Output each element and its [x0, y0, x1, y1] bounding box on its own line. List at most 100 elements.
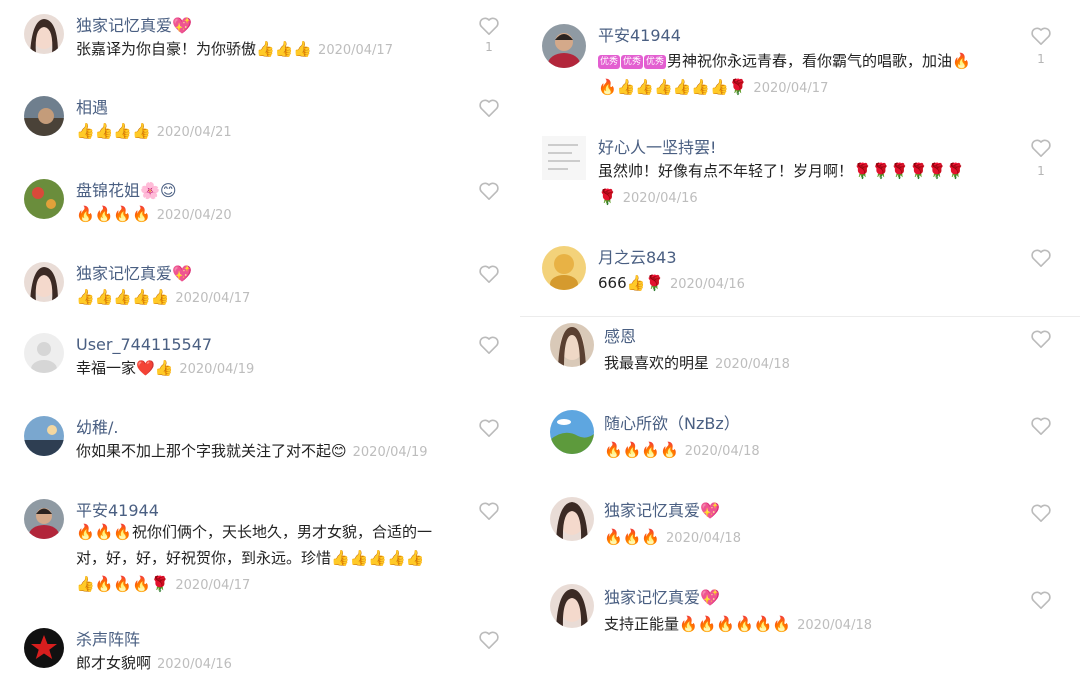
comment-line: 虽然帅！好像有点不年轻了！岁月啊！🌹🌹🌹🌹🌹🌹	[598, 162, 966, 180]
like-heart-icon[interactable]	[478, 16, 500, 36]
username[interactable]: 随心所欲（NzBz）	[604, 414, 740, 434]
comment-text: 郎才女貌啊 2020/04/16	[76, 650, 232, 678]
comment-date: 2020/04/19	[352, 445, 428, 460]
like-heart-icon[interactable]	[1030, 416, 1052, 436]
comment-item: 盘锦花姐🌸😊 🔥🔥🔥🔥 2020/04/20	[0, 175, 520, 235]
user-avatar[interactable]	[24, 416, 64, 456]
comment-text: 张嘉译为你自豪！为你骄傲👍👍👍 2020/04/17	[76, 36, 393, 64]
username[interactable]: 独家记忆真爱💖	[604, 588, 720, 608]
username[interactable]: 独家记忆真爱💖	[76, 264, 192, 284]
like-heart-icon[interactable]	[1030, 329, 1052, 349]
comment-date: 2020/04/17	[753, 81, 829, 96]
like-heart-icon[interactable]	[478, 335, 500, 355]
comment-item: 独家记忆真爱💖 张嘉译为你自豪！为你骄傲👍👍👍 2020/04/17 1	[0, 10, 520, 80]
like-heart-icon[interactable]	[478, 418, 500, 438]
username[interactable]: 平安41944	[76, 501, 159, 521]
comment-text: 优秀 优秀 优秀 男神祝你永远青春，看你霸气的唱歌，加油🔥 🔥👍👍👍👍👍👍🌹 2020/…	[598, 48, 1038, 102]
comment-item: 好心人一坚持罢! 虽然帅！好像有点不年轻了！岁月啊！🌹🌹🌹🌹🌹🌹 🌹 2020/0…	[520, 134, 1080, 224]
comment-date: 2020/04/21	[156, 125, 232, 140]
user-badge: 优秀	[644, 55, 667, 69]
comment-item: 独家记忆真爱💖 👍👍👍👍👍 2020/04/17	[0, 258, 520, 318]
comment-date: 2020/04/20	[156, 208, 232, 223]
like-heart-icon[interactable]	[478, 181, 500, 201]
comment-item: 相遇 👍👍👍👍 2020/04/21	[0, 92, 520, 152]
comment-text: 🔥🔥🔥 2020/04/18	[604, 524, 741, 552]
user-avatar[interactable]	[542, 24, 586, 68]
comment-line: 对，好，好，好祝贺你，到永远。珍惜👍👍👍👍👍	[76, 549, 425, 567]
user-avatar[interactable]	[24, 499, 64, 539]
like-heart-icon[interactable]	[478, 98, 500, 118]
username[interactable]: 盘锦花姐🌸😊	[76, 181, 177, 201]
username[interactable]: 独家记忆真爱💖	[604, 501, 720, 521]
comment-text: 我最喜欢的明星 2020/04/18	[604, 350, 790, 378]
user-avatar[interactable]	[550, 584, 594, 628]
like-heart-icon[interactable]	[1030, 248, 1052, 268]
comment-body: 我最喜欢的明星	[604, 354, 710, 372]
comment-body: 郎才女貌啊	[76, 654, 152, 672]
comment-item: 独家记忆真爱💖 支持正能量🔥🔥🔥🔥🔥🔥 2020/04/18	[520, 582, 1080, 648]
comment-item: User_744115547 幸福一家❤️👍 2020/04/19	[0, 329, 520, 389]
comment-item: 独家记忆真爱💖 🔥🔥🔥 2020/04/18	[520, 495, 1080, 561]
comment-item: 感恩 我最喜欢的明星 2020/04/18	[520, 321, 1080, 387]
user-avatar[interactable]	[550, 497, 594, 541]
comment-column-right-top: 平安41944 优秀 优秀 优秀 男神祝你永远青春，看你霸气的唱歌，加油🔥 🔥👍👍👍👍…	[520, 0, 1080, 315]
comment-text: 👍👍👍👍👍 2020/04/17	[76, 284, 250, 312]
like-count: 1	[1037, 52, 1045, 66]
username[interactable]: 独家记忆真爱💖	[76, 16, 192, 36]
like-heart-icon[interactable]	[1030, 26, 1052, 46]
comment-date: 2020/04/16	[669, 277, 745, 292]
user-avatar[interactable]	[24, 262, 64, 302]
comment-body: 支持正能量🔥🔥🔥🔥🔥🔥	[604, 615, 792, 633]
like-heart-icon[interactable]	[478, 264, 500, 284]
comment-date: 2020/04/18	[666, 531, 741, 546]
comment-text: 支持正能量🔥🔥🔥🔥🔥🔥 2020/04/18	[604, 611, 872, 639]
comment-text: 666👍🌹 2020/04/16	[598, 270, 745, 298]
user-avatar[interactable]	[24, 628, 64, 668]
user-avatar[interactable]	[24, 333, 64, 373]
username[interactable]: 幼稚/.	[76, 418, 118, 438]
username[interactable]: User_744115547	[76, 335, 212, 355]
comment-item: 月之云843 666👍🌹 2020/04/16	[520, 244, 1080, 304]
username[interactable]: 平安41944	[598, 26, 681, 46]
comment-date: 2020/04/17	[175, 291, 251, 306]
comment-item: 杀声阵阵 郎才女貌啊 2020/04/16	[0, 624, 520, 684]
like-heart-icon[interactable]	[478, 501, 500, 521]
comment-date: 2020/04/16	[157, 657, 232, 672]
like-heart-icon[interactable]	[1030, 138, 1052, 158]
username[interactable]: 月之云843	[598, 248, 677, 268]
comment-item: 平安41944 🔥🔥🔥祝你们俩个，天长地久，男才女貌，合适的一 对，好，好，好祝…	[0, 495, 520, 605]
comment-text: 🔥🔥🔥🔥 2020/04/18	[604, 437, 760, 465]
user-avatar[interactable]	[24, 14, 64, 54]
comment-date: 2020/04/19	[179, 362, 255, 377]
comment-text: 虽然帅！好像有点不年轻了！岁月啊！🌹🌹🌹🌹🌹🌹 🌹 2020/04/16	[598, 158, 1018, 212]
comment-text: 🔥🔥🔥🔥 2020/04/20	[76, 201, 232, 229]
username[interactable]: 相遇	[76, 98, 108, 118]
user-avatar[interactable]	[24, 96, 64, 136]
comment-line: 🔥👍👍👍👍👍👍🌹	[598, 78, 748, 96]
user-avatar[interactable]	[542, 136, 586, 180]
user-avatar[interactable]	[24, 179, 64, 219]
comment-body: 张嘉译为你自豪！为你骄傲👍👍👍	[76, 40, 313, 58]
comment-body: 666👍🌹	[598, 274, 664, 292]
comment-text: 你如果不加上那个字我就关注了对不起😊 2020/04/19	[76, 438, 428, 466]
comment-line: 男神祝你永远青春，看你霸气的唱歌，加油🔥	[667, 52, 971, 70]
user-avatar[interactable]	[542, 246, 586, 290]
like-heart-icon[interactable]	[478, 630, 500, 650]
comment-item: 幼稚/. 你如果不加上那个字我就关注了对不起😊 2020/04/19	[0, 412, 520, 472]
comment-column-right-bottom: 感恩 我最喜欢的明星 2020/04/18 随心所欲（NzBz） 🔥🔥🔥🔥 2020…	[520, 316, 1080, 696]
comment-item: 平安41944 优秀 优秀 优秀 男神祝你永远青春，看你霸气的唱歌，加油🔥 🔥👍👍👍👍…	[520, 22, 1080, 112]
username[interactable]: 好心人一坚持罢!	[598, 138, 716, 158]
comment-body: 🔥🔥🔥🔥	[604, 441, 679, 459]
comment-body: 👍👍👍👍👍	[76, 288, 170, 306]
comment-text: 👍👍👍👍 2020/04/21	[76, 118, 232, 146]
user-badge: 优秀	[598, 55, 621, 69]
username[interactable]: 杀声阵阵	[76, 630, 140, 650]
like-heart-icon[interactable]	[1030, 590, 1052, 610]
username[interactable]: 感恩	[604, 327, 636, 347]
like-heart-icon[interactable]	[1030, 503, 1052, 523]
user-avatar[interactable]	[550, 410, 594, 454]
user-avatar[interactable]	[550, 323, 594, 367]
like-count: 1	[1037, 164, 1045, 178]
user-badge: 优秀	[621, 55, 644, 69]
comment-line: 🔥🔥🔥祝你们俩个，天长地久，男才女貌，合适的一	[76, 523, 433, 541]
